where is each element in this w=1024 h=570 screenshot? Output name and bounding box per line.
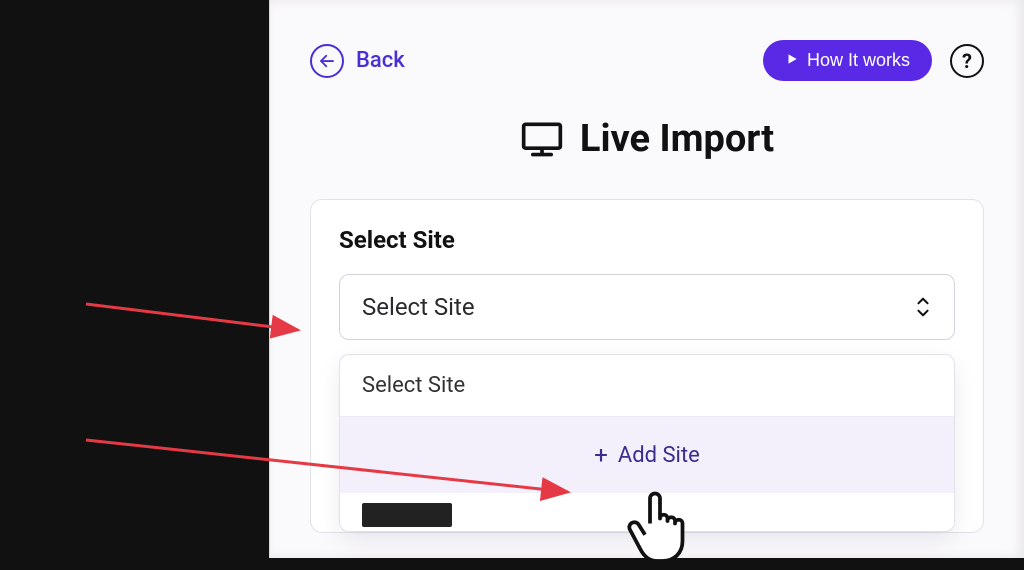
back-button[interactable]: Back — [310, 44, 405, 78]
select-site-label: Select Site — [339, 226, 955, 254]
topbar-right: How It works ? — [763, 40, 984, 81]
site-select-dropdown: Select Site + Add Site — [339, 354, 955, 532]
dropdown-heading: Select Site — [340, 355, 954, 416]
page-title: Live Import — [310, 117, 984, 161]
site-select[interactable]: Select Site — [339, 274, 955, 340]
plus-icon: + — [594, 441, 608, 469]
monitor-icon — [520, 120, 564, 158]
back-label: Back — [356, 48, 405, 73]
select-site-card: Select Site Select Site Select Site + Ad… — [310, 199, 984, 533]
add-site-option[interactable]: + Add Site — [340, 416, 954, 493]
site-thumbnail — [362, 503, 452, 527]
top-bar: Back How It works ? — [310, 40, 984, 81]
help-icon: ? — [962, 49, 972, 73]
left-dark-pane — [0, 0, 269, 558]
site-select-value: Select Site — [362, 293, 475, 321]
how-it-works-button[interactable]: How It works — [763, 40, 932, 81]
page-title-text: Live Import — [580, 117, 774, 161]
arrow-left-icon — [310, 44, 344, 78]
add-site-label: Add Site — [618, 443, 700, 468]
how-it-works-label: How It works — [807, 50, 910, 71]
chevron-up-down-icon — [914, 296, 932, 318]
play-icon — [785, 50, 799, 71]
help-button[interactable]: ? — [950, 44, 984, 78]
main-panel: Back How It works ? Live Import Select — [269, 0, 1024, 558]
